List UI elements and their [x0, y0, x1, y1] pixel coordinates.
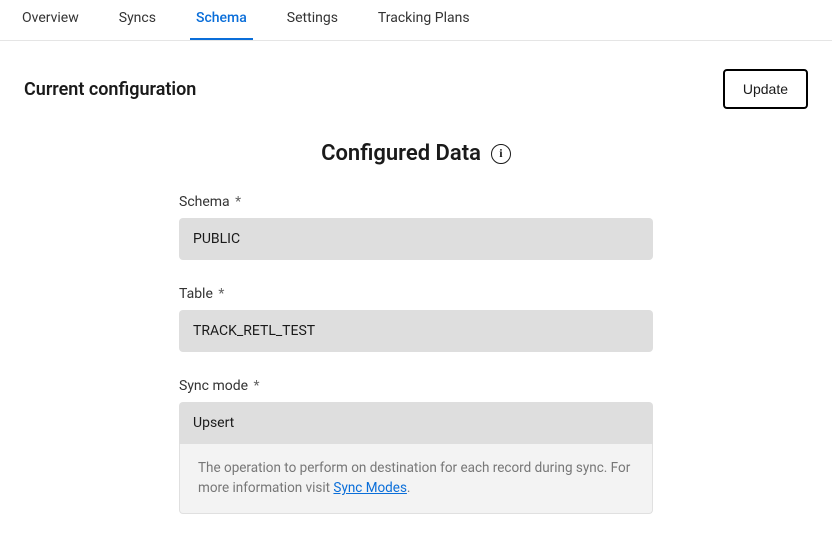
required-mark: * [218, 286, 224, 302]
sync-mode-value: Upsert [193, 415, 234, 431]
schema-input[interactable]: PUBLIC [179, 218, 653, 260]
table-label: Table * [179, 286, 653, 302]
tab-overview[interactable]: Overview [16, 0, 85, 40]
tab-bar: Overview Syncs Schema Settings Tracking … [0, 0, 832, 41]
field-group-sync-mode: Sync mode * Upsert The operation to perf… [179, 378, 653, 514]
tab-syncs[interactable]: Syncs [113, 0, 162, 40]
field-group-table: Table * TRACK_RETL_TEST [179, 286, 653, 352]
sync-modes-link[interactable]: Sync Modes [333, 480, 407, 496]
schema-label-text: Schema [179, 194, 230, 210]
tab-settings[interactable]: Settings [281, 0, 344, 40]
required-mark: * [235, 194, 241, 210]
helper-text-pre: The operation to perform on destination … [198, 460, 630, 496]
helper-text-post: . [407, 480, 411, 496]
tab-tracking-plans[interactable]: Tracking Plans [372, 0, 476, 40]
section-title: Configured Data [321, 141, 481, 166]
page-header: Current configuration Update [0, 41, 832, 117]
section-header: Configured Data i [0, 141, 832, 166]
table-value: TRACK_RETL_TEST [193, 323, 315, 339]
schema-value: PUBLIC [193, 231, 240, 247]
schema-label: Schema * [179, 194, 653, 210]
update-button[interactable]: Update [723, 69, 808, 109]
tab-schema[interactable]: Schema [190, 0, 253, 40]
required-mark: * [254, 378, 260, 394]
form-area: Schema * PUBLIC Table * TRACK_RETL_TEST … [179, 194, 653, 514]
sync-mode-label-text: Sync mode [179, 378, 248, 394]
table-input[interactable]: TRACK_RETL_TEST [179, 310, 653, 352]
sync-mode-input[interactable]: Upsert [179, 402, 653, 444]
sync-mode-helper: The operation to perform on destination … [179, 444, 653, 514]
info-icon[interactable]: i [491, 144, 511, 164]
page-title: Current configuration [24, 79, 196, 100]
field-group-schema: Schema * PUBLIC [179, 194, 653, 260]
sync-mode-label: Sync mode * [179, 378, 653, 394]
table-label-text: Table [179, 286, 213, 302]
